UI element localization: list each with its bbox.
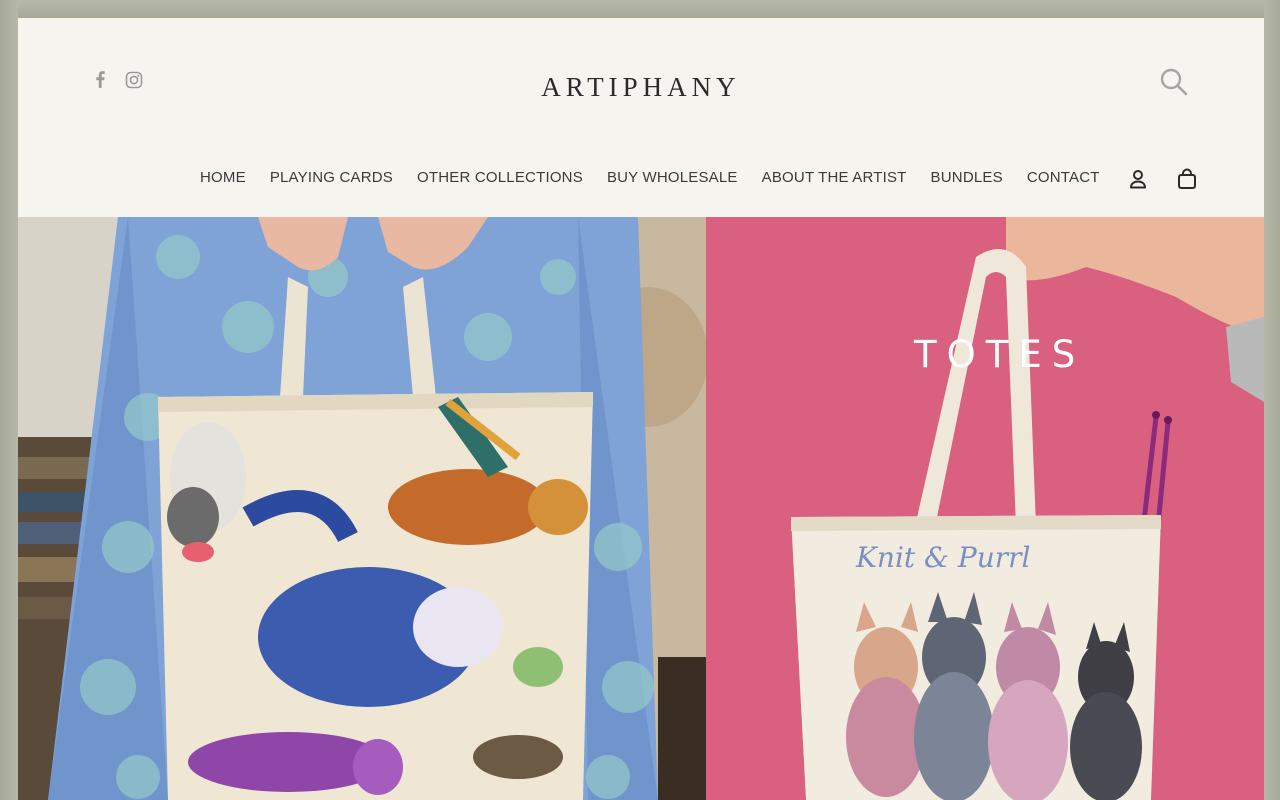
nav-item-bundles[interactable]: BUNDLES (931, 169, 1003, 186)
site-logo[interactable]: ARTIPHANY (18, 72, 1264, 103)
hero-title-totes: TOTES (914, 333, 1086, 376)
site-header: ARTIPHANY HOME PLAYING CARDS OTHER COLLE… (18, 18, 1264, 217)
browser-frame-top (0, 0, 1280, 18)
search-icon[interactable] (1158, 66, 1190, 98)
account-icon[interactable] (1128, 168, 1148, 195)
hero-image-dog-tote[interactable] (18, 217, 706, 800)
hero-banner: Knit & Purrl TOTES (18, 217, 1264, 800)
browser-frame-left (0, 0, 18, 800)
nav-item-other-collections[interactable]: OTHER COLLECTIONS (417, 169, 583, 186)
header-actions (1128, 168, 1198, 195)
nav-item-playing-cards[interactable]: PLAYING CARDS (270, 169, 393, 186)
nav-item-about-the-artist[interactable]: ABOUT THE ARTIST (762, 169, 907, 186)
browser-frame-right (1264, 0, 1280, 800)
nav-item-home[interactable]: HOME (200, 169, 246, 186)
nav-item-buy-wholesale[interactable]: BUY WHOLESALE (607, 169, 738, 186)
bag-script-text: Knit & Purrl (855, 541, 1030, 574)
page: ARTIPHANY HOME PLAYING CARDS OTHER COLLE… (18, 18, 1264, 800)
nav-item-contact[interactable]: CONTACT (1027, 169, 1100, 186)
hero-image-cat-tote[interactable]: Knit & Purrl TOTES (706, 217, 1264, 800)
main-nav: HOME PLAYING CARDS OTHER COLLECTIONS BUY… (200, 169, 1124, 186)
cart-icon[interactable] (1176, 168, 1198, 195)
